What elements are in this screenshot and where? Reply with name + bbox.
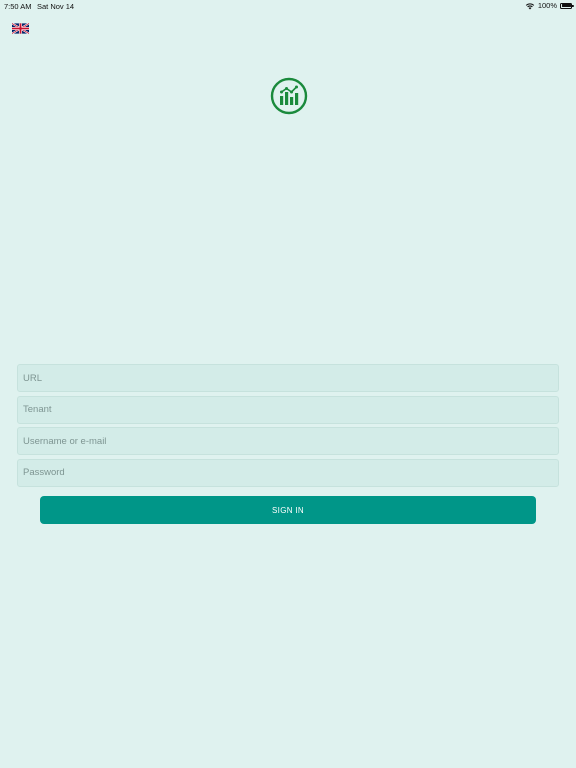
wifi-icon bbox=[525, 2, 534, 9]
url-input[interactable] bbox=[17, 364, 559, 392]
status-time: 7:50 AM bbox=[4, 2, 32, 11]
status-indicators: 100% bbox=[525, 1, 574, 10]
sign-in-button[interactable]: SIGN IN bbox=[40, 496, 536, 524]
tenant-input[interactable] bbox=[17, 395, 559, 424]
status-date: Sat Nov 14 bbox=[37, 2, 75, 11]
password-input[interactable] bbox=[17, 458, 559, 487]
battery-icon bbox=[560, 2, 574, 9]
login-form bbox=[17, 364, 559, 490]
status-bar: 7:50 AM Sat Nov 14 100% bbox=[0, 0, 576, 12]
chart-logo-icon bbox=[270, 77, 308, 115]
battery-fill bbox=[561, 4, 571, 7]
username-input[interactable] bbox=[17, 427, 559, 455]
uk-flag-icon[interactable] bbox=[12, 23, 29, 34]
battery-percent: 100% bbox=[537, 1, 557, 10]
